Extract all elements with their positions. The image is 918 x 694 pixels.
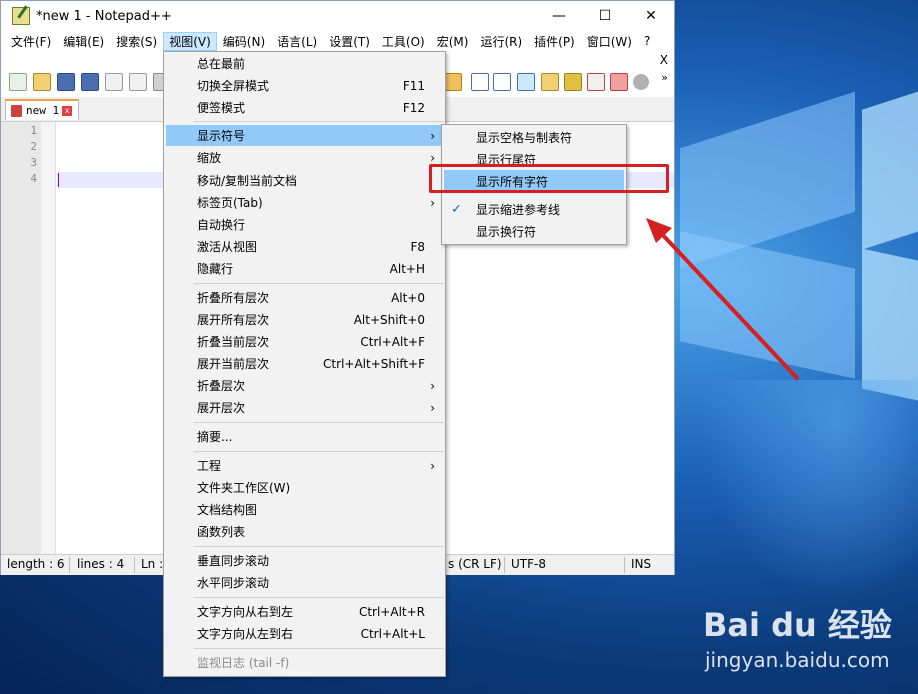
watermark-url: jingyan.baidu.com: [705, 648, 890, 672]
baidu-jingyan-logo: Bai du 经验: [703, 606, 892, 644]
annotation-arrow: [646, 218, 799, 380]
